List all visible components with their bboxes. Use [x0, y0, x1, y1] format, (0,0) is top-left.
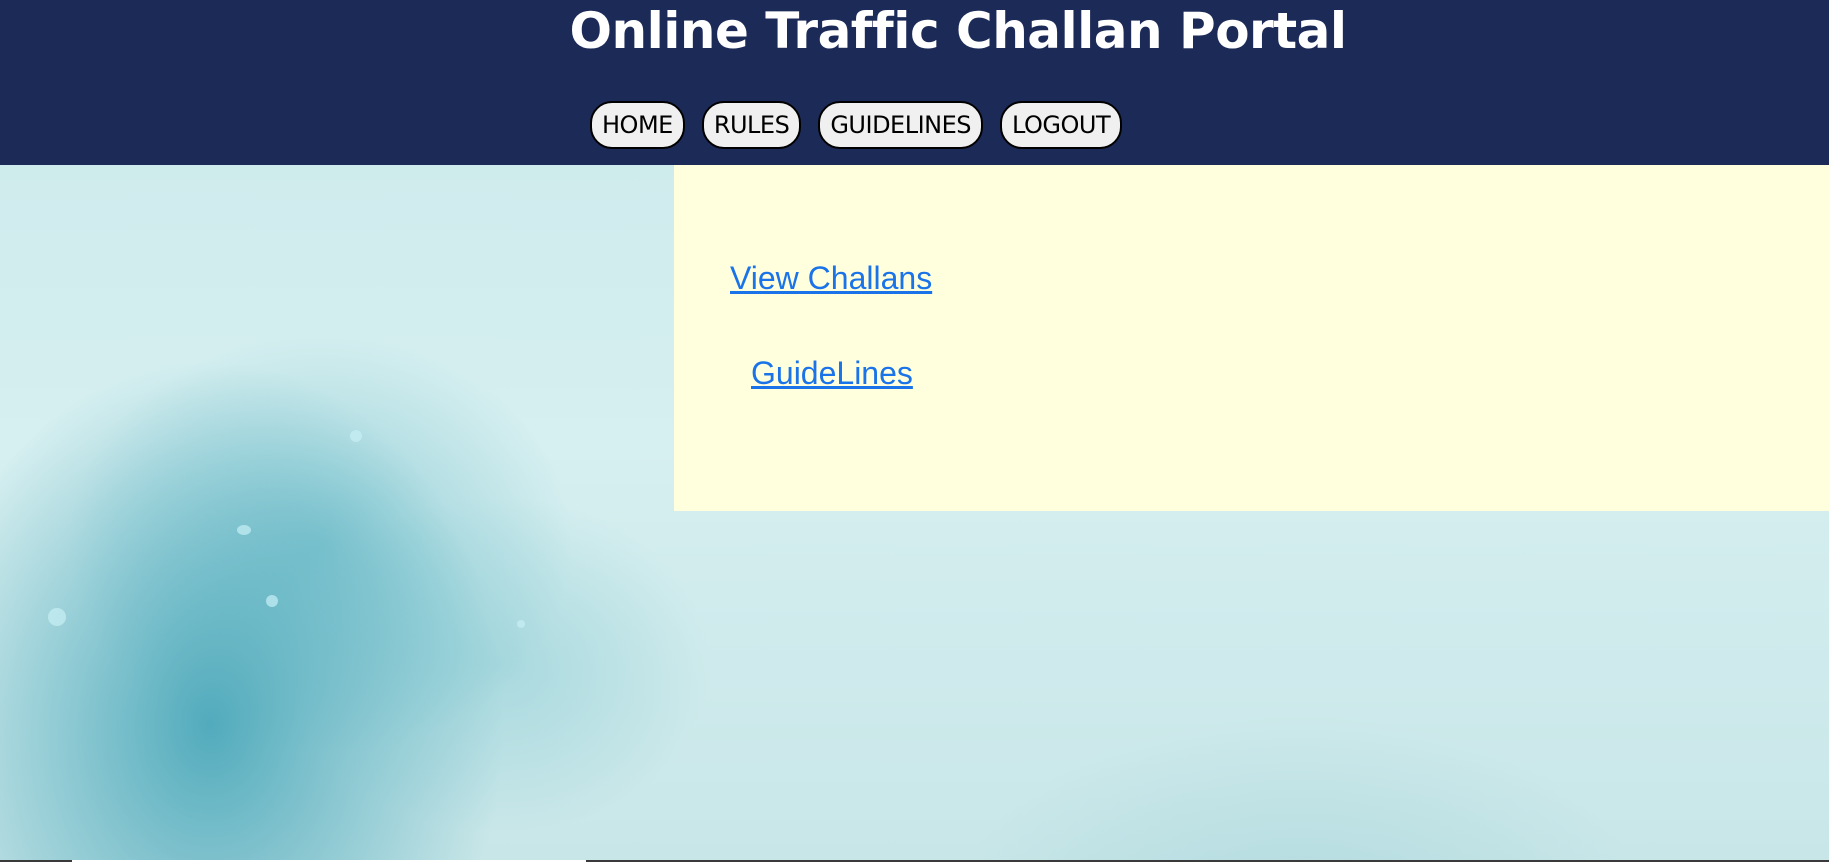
- page-title: Online Traffic Challan Portal: [569, 2, 1347, 60]
- background-sparkle: [266, 595, 278, 607]
- nav-rules-button[interactable]: RULES: [701, 101, 802, 149]
- background-sparkle: [517, 620, 525, 628]
- nav-home-button[interactable]: HOME: [590, 101, 685, 149]
- nav-guidelines-button[interactable]: GUIDELINES: [818, 101, 984, 149]
- nav-logout-button[interactable]: LOGOUT: [1000, 101, 1123, 149]
- content-panel: View Challans GuideLines: [674, 165, 1829, 511]
- guidelines-link[interactable]: GuideLines: [751, 353, 913, 393]
- background-sparkle: [237, 525, 251, 535]
- main-nav: HOME RULES GUIDELINES LOGOUT: [590, 101, 1123, 149]
- site-header: Online Traffic Challan Portal HOME RULES…: [0, 0, 1829, 165]
- background-sparkle: [350, 430, 362, 442]
- view-challans-link[interactable]: View Challans: [730, 258, 932, 298]
- background-sparkle: [48, 608, 66, 626]
